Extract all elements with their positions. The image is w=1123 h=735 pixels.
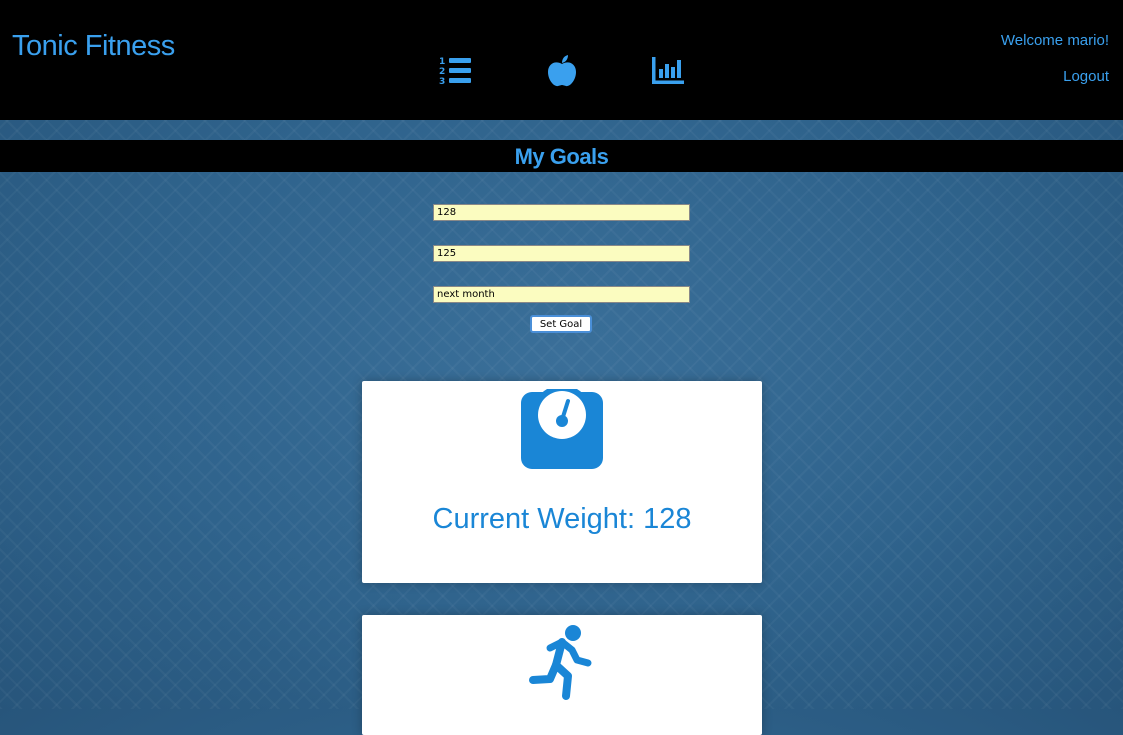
welcome-message: Welcome mario! bbox=[1000, 32, 1109, 49]
current-weight-input[interactable] bbox=[433, 204, 690, 221]
running-person-icon bbox=[529, 625, 592, 700]
current-weight-card: Current Weight: 128 bbox=[362, 381, 762, 583]
goal-deadline-input[interactable] bbox=[433, 286, 690, 303]
svg-text:2: 2 bbox=[439, 67, 445, 77]
bar-chart-icon[interactable] bbox=[651, 55, 685, 87]
list-numbered-icon[interactable]: 1 2 3 bbox=[438, 55, 472, 87]
page-title: My Goals bbox=[514, 144, 609, 169]
logout-link[interactable]: Logout bbox=[1063, 68, 1109, 85]
top-header: Tonic Fitness 1 2 3 Welcome mario! Logou… bbox=[0, 0, 1123, 120]
activity-card bbox=[362, 615, 762, 735]
page-title-bar: My Goals bbox=[0, 140, 1123, 172]
scale-icon bbox=[521, 389, 603, 469]
apple-icon[interactable] bbox=[545, 55, 579, 87]
brand-logo[interactable]: Tonic Fitness bbox=[12, 30, 175, 63]
set-goal-button[interactable]: Set Goal bbox=[530, 315, 592, 333]
svg-text:3: 3 bbox=[439, 77, 445, 87]
goal-weight-input[interactable] bbox=[433, 245, 690, 262]
current-weight-label: Current Weight: 128 bbox=[432, 503, 692, 535]
svg-text:1: 1 bbox=[439, 57, 445, 67]
